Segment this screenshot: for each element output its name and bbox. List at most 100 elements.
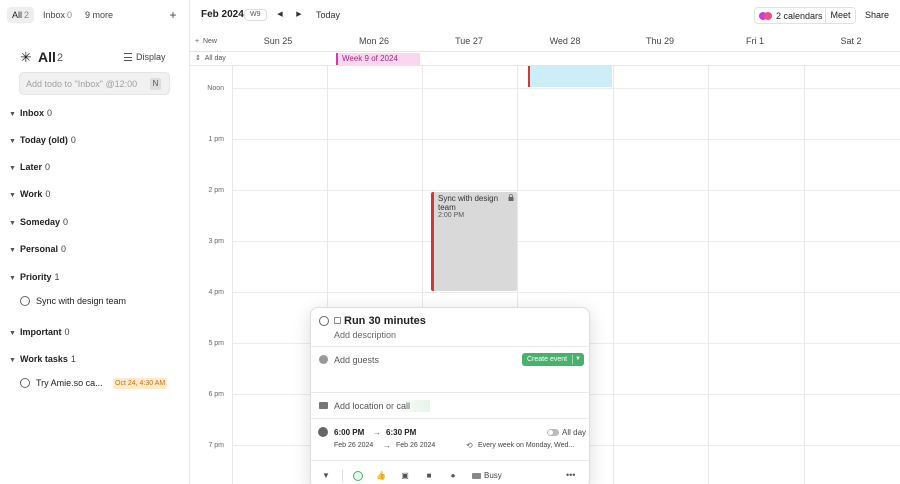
chevron-down-icon: ▼ bbox=[9, 220, 16, 227]
display-button[interactable]: Display bbox=[124, 50, 166, 64]
task-item[interactable]: Sync with design team bbox=[20, 294, 170, 308]
calendar-event-block[interactable] bbox=[528, 66, 612, 87]
calendar-event-sync[interactable]: Sync with design team 2:00 PM bbox=[431, 192, 517, 291]
more-options-icon[interactable]: ••• bbox=[566, 470, 575, 481]
day-name: Sat bbox=[840, 36, 854, 46]
lock-icon bbox=[508, 194, 514, 201]
group-inbox[interactable]: ▼ Inbox 0 bbox=[9, 106, 52, 120]
plus-icon[interactable]: + bbox=[166, 8, 180, 22]
today-button[interactable]: Today bbox=[316, 8, 340, 22]
group-work[interactable]: ▼ Work 0 bbox=[9, 187, 50, 201]
day-header-sat[interactable]: Sat 2 bbox=[821, 35, 881, 47]
group-personal[interactable]: ▼ Personal 0 bbox=[9, 242, 66, 256]
create-event-button[interactable]: Create event ▼ bbox=[522, 353, 584, 366]
group-count: 1 bbox=[54, 272, 60, 282]
task-checkbox[interactable] bbox=[20, 378, 30, 388]
start-time[interactable]: 6:00 PM bbox=[334, 427, 364, 438]
guests-field[interactable]: Add guests bbox=[334, 354, 379, 366]
popup-toolbar: ▼ 👍 ▣ ■ ● Busy ••• bbox=[311, 463, 589, 484]
all-day-toggle[interactable] bbox=[547, 429, 559, 436]
tab-inbox[interactable]: Inbox 0 bbox=[38, 7, 77, 23]
divider bbox=[572, 355, 573, 364]
meet-button[interactable]: Meet bbox=[825, 7, 856, 24]
task-checkbox[interactable] bbox=[20, 296, 30, 306]
hour-line bbox=[232, 139, 900, 140]
tab-count: 0 bbox=[67, 10, 73, 20]
day-name: Mon bbox=[358, 36, 377, 46]
all-day-event[interactable]: Week 9 of 2024 bbox=[336, 53, 420, 65]
hour-line bbox=[232, 292, 900, 293]
all-day-label[interactable]: ⇕ All day bbox=[195, 55, 226, 63]
tab-label: All bbox=[12, 10, 23, 20]
add-todo-input[interactable] bbox=[26, 78, 148, 90]
event-title-text: Run 30 minutes bbox=[344, 315, 426, 327]
day-header-tue[interactable]: Tue 27 bbox=[439, 35, 499, 47]
chevron-right-icon[interactable]: ▶ bbox=[294, 10, 304, 20]
group-priority[interactable]: ▼ Priority 1 bbox=[9, 270, 60, 284]
day-name: Thu bbox=[645, 36, 662, 46]
tab-more[interactable]: 9 more bbox=[80, 7, 118, 23]
group-count: 0 bbox=[45, 189, 51, 199]
time-label: 7 pm bbox=[208, 442, 224, 449]
repeat-rule[interactable]: Every week on Monday, Wed... bbox=[478, 441, 586, 451]
day-date: 28 bbox=[570, 36, 581, 46]
description-field[interactable]: Add description bbox=[334, 329, 396, 341]
chevron-left-icon[interactable]: ◀ bbox=[275, 10, 285, 20]
add-todo-field[interactable]: N bbox=[19, 72, 170, 95]
day-header-thu[interactable]: Thu 29 bbox=[630, 35, 690, 47]
task-item[interactable]: Try Amie.so ca... Oct 24, 4:30 AM bbox=[20, 376, 170, 390]
location-field[interactable]: Add location or call bbox=[334, 400, 431, 412]
group-work-tasks[interactable]: ▼ Work tasks 1 bbox=[9, 352, 76, 366]
chevron-down-icon: ▼ bbox=[9, 275, 16, 282]
busy-status[interactable]: Busy bbox=[484, 470, 502, 481]
day-header-fri[interactable]: Fri 1 bbox=[725, 35, 785, 47]
month-title: Feb 2024 bbox=[201, 9, 244, 20]
calendars-button[interactable]: 2 calendars bbox=[754, 7, 826, 24]
video-icon bbox=[319, 402, 328, 409]
tab-count: 2 bbox=[24, 10, 30, 20]
bell-icon[interactable]: ● bbox=[448, 471, 458, 481]
event-title-input[interactable]: Run 30 minutes bbox=[334, 313, 554, 329]
tab-all[interactable]: All 2 bbox=[7, 7, 35, 23]
time-label: Noon bbox=[207, 85, 224, 92]
end-time[interactable]: 6:30 PM bbox=[386, 427, 416, 438]
all-day-text: All day bbox=[204, 55, 226, 62]
day-header-wed[interactable]: Wed 28 bbox=[535, 35, 595, 47]
day-name: Fri bbox=[745, 36, 757, 46]
divider bbox=[311, 418, 589, 419]
day-name: Sun bbox=[263, 36, 280, 46]
chevron-down-icon[interactable]: ▼ bbox=[575, 353, 581, 366]
group-someday[interactable]: ▼ Someday 0 bbox=[9, 215, 68, 229]
day-header-sun[interactable]: Sun 25 bbox=[248, 35, 308, 47]
event-complete-checkbox[interactable] bbox=[319, 316, 329, 326]
group-count: 0 bbox=[64, 327, 70, 337]
caret-down-icon[interactable]: ▼ bbox=[321, 471, 331, 481]
tab-label: Inbox bbox=[43, 10, 66, 20]
time-label: 2 pm bbox=[208, 187, 224, 194]
status-circle-icon[interactable] bbox=[353, 471, 363, 481]
display-label: Display bbox=[136, 52, 166, 62]
group-later[interactable]: ▼ Later 0 bbox=[9, 160, 50, 174]
day-header-mon[interactable]: Mon 26 bbox=[344, 35, 404, 47]
end-date[interactable]: Feb 26 2024 bbox=[396, 441, 435, 451]
group-count: 0 bbox=[45, 162, 51, 172]
group-count: 0 bbox=[70, 135, 76, 145]
day-date: 25 bbox=[282, 36, 293, 46]
time-label: 5 pm bbox=[208, 340, 224, 347]
start-date[interactable]: Feb 26 2024 bbox=[334, 441, 373, 451]
hour-line bbox=[232, 190, 900, 191]
share-button[interactable]: Share bbox=[865, 8, 889, 22]
inbox-icon[interactable]: ▣ bbox=[400, 471, 410, 481]
group-important[interactable]: ▼ Important 0 bbox=[9, 325, 70, 339]
chevron-down-icon: ▼ bbox=[9, 138, 16, 145]
grid-divider bbox=[708, 66, 709, 484]
thumbs-up-icon[interactable]: 👍 bbox=[376, 471, 386, 481]
event-title: Sync with design team bbox=[438, 194, 499, 212]
sliders-icon bbox=[124, 53, 132, 61]
group-today-old[interactable]: ▼ Today (old) 0 bbox=[9, 133, 76, 147]
new-event-button[interactable]: + New bbox=[195, 37, 217, 47]
busy-icon bbox=[472, 473, 481, 479]
task-name: Sync with design team bbox=[36, 296, 127, 306]
time-label: 1 pm bbox=[208, 136, 224, 143]
lock-icon[interactable]: ■ bbox=[424, 471, 434, 481]
